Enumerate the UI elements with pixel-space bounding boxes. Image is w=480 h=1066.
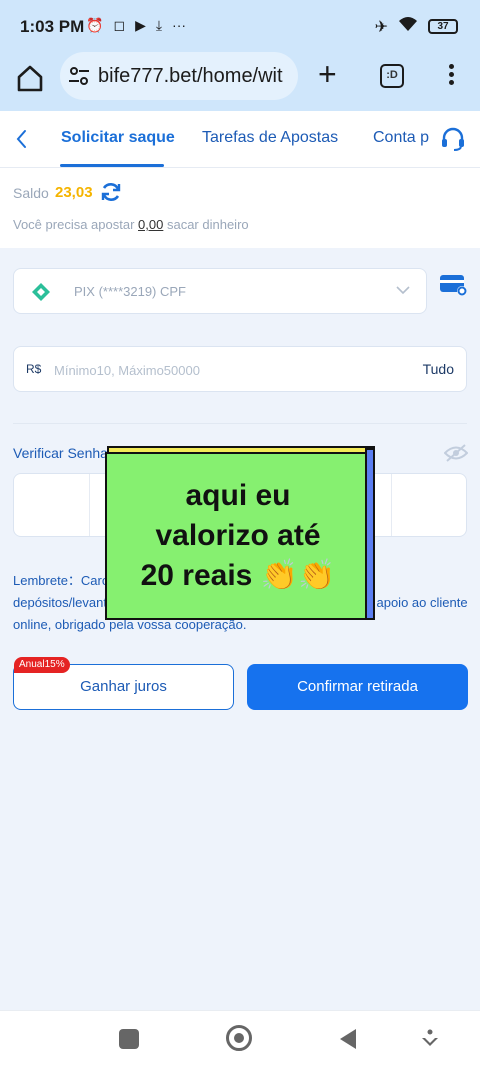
site-settings-icon[interactable] (68, 66, 90, 86)
wifi-icon (398, 16, 418, 37)
refresh-icon (101, 183, 121, 201)
recents-button[interactable] (119, 1029, 139, 1049)
home-nav-button[interactable] (226, 1025, 252, 1051)
wager-requirement: Você precisa apostar 0,00 sacar dinheiro (13, 217, 249, 232)
amount-input[interactable] (54, 357, 394, 383)
card-settings-icon (440, 275, 467, 296)
confirm-withdrawal-button[interactable]: Confirmar retirada (247, 664, 468, 710)
browser-toolbar: bife777.bet/home/wit + :D (0, 52, 480, 110)
system-navigation-bar (0, 1010, 480, 1066)
back-nav-button[interactable] (338, 1028, 358, 1050)
headset-icon (442, 127, 464, 151)
alarm-icon: ⏰ (86, 17, 104, 33)
status-system-icons: ✈ 37 (375, 16, 458, 37)
arrow-down-icon (422, 1029, 438, 1046)
chevron-left-icon (16, 130, 26, 148)
balance-value: 23,03 (55, 184, 93, 201)
annual-rate-badge: Anual15% (14, 657, 70, 673)
instagram-icon: ◻ (113, 17, 126, 33)
selected-account: PIX (****3219) CPF (74, 284, 186, 299)
balance-section: Saldo 23,03 Você precisa apostar 0,00 sa… (0, 168, 480, 248)
home-button[interactable] (14, 62, 46, 94)
new-tab-button[interactable]: + (318, 58, 344, 92)
page-tab-bar: Solicitar saque Tarefas de Apostas Conta… (0, 111, 480, 168)
caption-overlay: aqui eu valorizo até 20 reais 👏👏 (105, 452, 367, 620)
tab-solicitar-saque[interactable]: Solicitar saque (61, 129, 175, 147)
home-icon (17, 65, 43, 92)
amount-field[interactable]: R$ Tudo (13, 346, 467, 392)
card-settings-button[interactable] (439, 274, 469, 298)
status-notification-icons: ⏰ ◻ ▶ ⤓ ··· (86, 17, 186, 34)
tab-conta[interactable]: Conta p (373, 129, 429, 147)
browser-chrome: 1:03 PM ⏰ ◻ ▶ ⤓ ··· ✈ 37 bife777.bet/hom… (0, 0, 480, 111)
divider (13, 423, 467, 424)
more-notifications-icon: ··· (172, 17, 187, 33)
triangle-back-icon (340, 1029, 356, 1049)
active-tab-indicator (60, 164, 164, 167)
airplane-icon: ✈ (374, 18, 388, 36)
download-icon: ⤓ (155, 17, 163, 33)
toggle-password-visibility[interactable] (443, 444, 469, 462)
withdraw-account-select[interactable]: PIX (****3219) CPF (13, 268, 427, 314)
battery-icon: 37 (428, 19, 458, 34)
play-icon: ▶ (135, 17, 146, 33)
pix-icon (32, 283, 50, 301)
verify-password-label: Verificar Senha (13, 445, 108, 461)
tab-switcher-button[interactable]: :D (380, 64, 404, 88)
pin-digit-6[interactable] (392, 474, 467, 536)
withdraw-all-button[interactable]: Tudo (423, 361, 454, 377)
status-bar: 1:03 PM ⏰ ◻ ▶ ⤓ ··· ✈ 37 (0, 0, 480, 52)
tab-tarefas-de-apostas[interactable]: Tarefas de Apostas (202, 129, 338, 147)
address-bar[interactable]: bife777.bet/home/wit (60, 52, 298, 100)
hide-keyboard-button[interactable] (421, 1029, 439, 1049)
pin-digit-1[interactable] (14, 474, 90, 536)
url-text[interactable]: bife777.bet/home/wit (98, 65, 294, 88)
refresh-balance-button[interactable] (100, 181, 122, 203)
chevron-down-icon (396, 286, 410, 295)
caption-text: aqui eu valorizo até 20 reais 👏👏 (140, 479, 336, 592)
browser-menu-button[interactable] (446, 64, 456, 88)
customer-support-button[interactable] (440, 127, 466, 151)
back-button[interactable] (12, 127, 32, 151)
plus-icon: + (318, 56, 337, 92)
balance-label: Saldo (13, 185, 49, 201)
currency-label: R$ (26, 362, 42, 376)
wager-amount: 0,00 (138, 217, 164, 232)
status-time: 1:03 PM (20, 17, 85, 36)
eye-off-icon (443, 444, 469, 462)
